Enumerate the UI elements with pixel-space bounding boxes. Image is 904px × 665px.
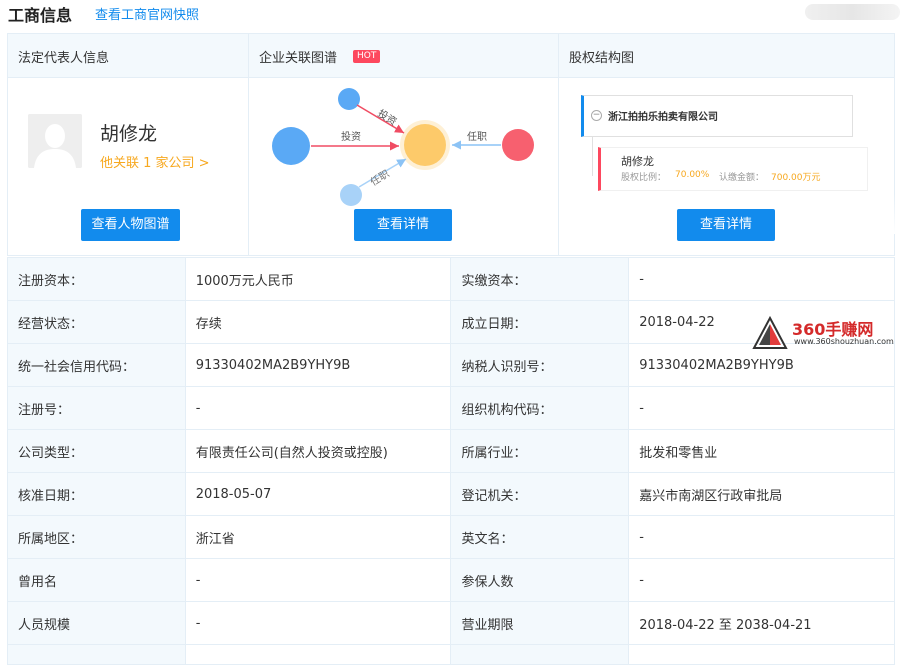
field-value: 1000万元人民币: [184, 257, 452, 301]
field-value: [628, 644, 895, 665]
info-panels: 法定代表人信息 胡修龙 他关联 1 家公司 > 查看人物图谱 企业关联图谱 HO…: [7, 33, 897, 256]
field-value: -: [628, 558, 895, 602]
field-label: 注册号：: [7, 386, 186, 430]
table-row: 人员规模 - 营业期限 2018-04-22 至 2038-04-21: [7, 601, 895, 645]
ratio-label: 股权比例：: [621, 173, 667, 183]
blurred-header-element: [805, 4, 900, 20]
watermark: 360手赚网 www.360shouzhuan.com: [752, 316, 902, 352]
table-row: [7, 644, 895, 665]
tree-connector: [592, 136, 593, 176]
field-label: 纳税人识别号：: [450, 343, 630, 387]
field-label: 所属行业：: [450, 429, 630, 473]
field-label: 实缴资本：: [450, 257, 630, 301]
table-row: 所属地区： 浙江省 英文名： -: [7, 515, 895, 559]
hot-badge: HOT: [353, 50, 381, 63]
subscribed-value: 700.00万元: [771, 173, 821, 183]
field-value: -: [184, 558, 452, 602]
official-snapshot-link[interactable]: 查看工商官网快照: [95, 4, 199, 23]
equity-company-node: − 浙江拍拍乐拍卖有限公司: [581, 95, 853, 137]
field-value: -: [184, 386, 452, 430]
section-title: 工商信息: [8, 6, 73, 25]
legal-rep-name[interactable]: 胡修龙: [100, 119, 157, 146]
field-label: 公司类型：: [7, 429, 186, 473]
shareholder-name: 胡修龙: [621, 155, 654, 168]
watermark-logo-icon: [752, 316, 788, 349]
ratio-value: 70.00%: [675, 170, 710, 180]
field-label: 所属地区：: [7, 515, 186, 559]
equity-shareholder-node: 胡修龙 股权比例： 70.00% 认缴金额： 700.00万元: [598, 147, 868, 191]
equity-heading: 股权结构图: [569, 51, 635, 66]
graph-header: 企业关联图谱 HOT: [249, 34, 558, 78]
field-value: 有限责任公司(自然人投资或控股): [184, 429, 452, 473]
field-label: 成立日期：: [450, 300, 630, 344]
graph-node: [338, 88, 360, 110]
avatar[interactable]: [28, 114, 82, 168]
collapse-icon: −: [591, 110, 602, 121]
field-value: -: [628, 515, 895, 559]
view-equity-details-button[interactable]: 查看详情: [677, 209, 775, 241]
edge-label: 投资: [375, 107, 399, 129]
field-value: 存续: [184, 300, 452, 344]
field-value: [184, 644, 452, 665]
field-value: 嘉兴市南湖区行政审批局: [628, 472, 895, 516]
field-label: 曾用名: [7, 558, 186, 602]
field-label: [7, 644, 186, 665]
table-row: 曾用名 - 参保人数 -: [7, 558, 895, 602]
field-label: 登记机关：: [450, 472, 630, 516]
graph-center-node: [404, 124, 446, 166]
field-label: 英文名：: [450, 515, 630, 559]
related-companies-link[interactable]: 他关联 1 家公司 >: [100, 152, 210, 171]
legal-rep-heading: 法定代表人信息: [18, 51, 110, 66]
graph-node: [340, 184, 362, 206]
subscribed-label: 认缴金额：: [719, 173, 765, 183]
field-label: 组织机构代码：: [450, 386, 630, 430]
table-row: 核准日期： 2018-05-07 登记机关： 嘉兴市南湖区行政审批局: [7, 472, 895, 516]
field-value: 91330402MA2B9YHY9B: [184, 343, 452, 387]
field-label: 注册资本：: [7, 257, 186, 301]
field-value: -: [628, 386, 895, 430]
graph-heading: 企业关联图谱: [259, 51, 338, 66]
field-label: 经营状态：: [7, 300, 186, 344]
field-label: 参保人数: [450, 558, 630, 602]
field-label: 统一社会信用代码：: [7, 343, 186, 387]
field-label: 营业期限: [450, 601, 630, 645]
field-value: 2018-05-07: [184, 472, 452, 516]
watermark-url: www.360shouzhuan.com: [794, 337, 894, 346]
field-label: 核准日期：: [7, 472, 186, 516]
field-value: -: [184, 601, 452, 645]
legal-rep-header: 法定代表人信息: [8, 34, 248, 78]
field-value: 2018-04-22 至 2038-04-21: [628, 601, 895, 645]
graph-node: [502, 129, 534, 161]
table-row: 注册资本： 1000万元人民币 实缴资本： -: [7, 257, 895, 301]
field-label: [450, 644, 630, 665]
edge-label: 投资: [341, 130, 361, 143]
field-value: -: [628, 257, 895, 301]
field-value: 浙江省: [184, 515, 452, 559]
field-label: 人员规模: [7, 601, 186, 645]
equity-company-name: 浙江拍拍乐拍卖有限公司: [608, 112, 718, 123]
view-person-graph-button[interactable]: 查看人物图谱: [81, 209, 180, 241]
graph-node: [272, 127, 310, 165]
relation-graph-thumbnail[interactable]: 投资 投资 任职 任职: [249, 79, 558, 209]
equity-header: 股权结构图: [559, 34, 894, 78]
person-placeholder-icon: [28, 114, 82, 168]
table-row: 公司类型： 有限责任公司(自然人投资或控股) 所属行业： 批发和零售业: [7, 429, 895, 473]
field-value: 批发和零售业: [628, 429, 895, 473]
view-graph-details-button[interactable]: 查看详情: [354, 209, 452, 241]
table-row: 注册号： - 组织机构代码： -: [7, 386, 895, 430]
edge-label: 任职: [467, 130, 487, 143]
